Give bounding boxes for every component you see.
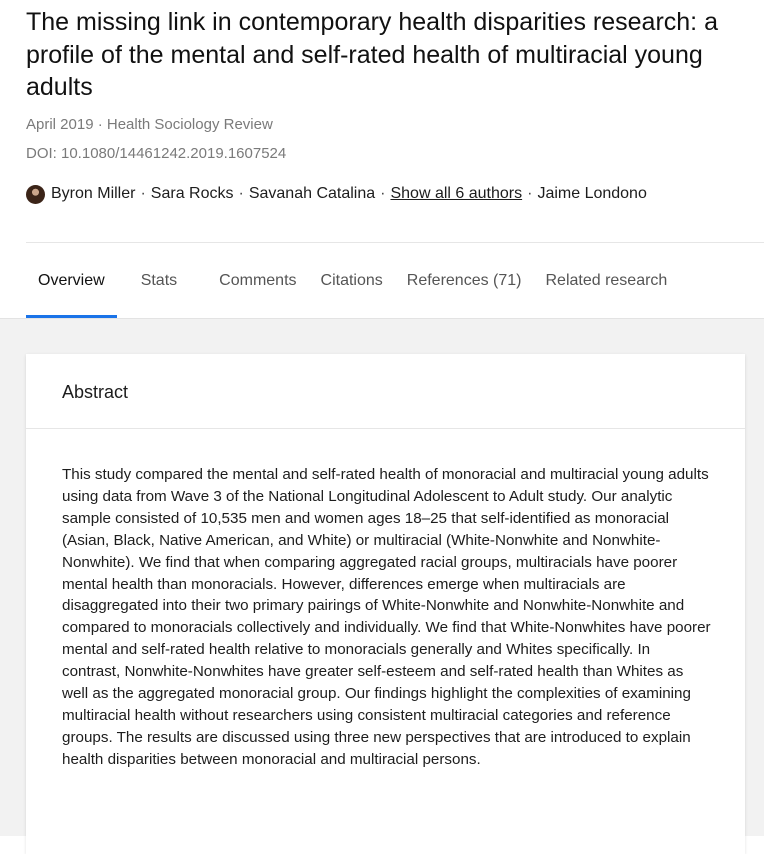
tab-related-research[interactable]: Related research xyxy=(533,243,679,318)
tab-citations[interactable]: Citations xyxy=(309,243,395,318)
tab-references[interactable]: References (71) xyxy=(395,243,534,318)
author-name[interactable]: Byron Miller xyxy=(51,183,135,205)
publication-doi: DOI: 10.1080/14461242.2019.1607524 xyxy=(26,145,287,162)
author-separator: · xyxy=(527,185,533,202)
tab-label: Citations xyxy=(320,271,383,289)
tab-stats[interactable]: Stats xyxy=(129,243,189,318)
author-separator: · xyxy=(238,185,244,202)
tab-label: Comments xyxy=(219,271,297,289)
tab-label: Overview xyxy=(38,271,105,289)
tab-label: References (71) xyxy=(406,271,522,289)
author-separator: · xyxy=(380,185,386,202)
publication-title: The missing link in contemporary health … xyxy=(26,8,718,101)
author-name[interactable]: Jaime Londono xyxy=(537,183,646,205)
show-all-authors-link[interactable]: Show all 6 authors xyxy=(390,183,522,205)
publication-date-source: April 2019 · Health Sociology Review xyxy=(26,116,273,133)
publication-header: The missing link in contemporary health … xyxy=(0,0,764,318)
tab-comments[interactable]: Comments xyxy=(207,243,308,318)
abstract-text: This study compared the mental and self-… xyxy=(62,466,711,768)
tab-label: Stats xyxy=(140,271,178,289)
author-name[interactable]: Savanah Catalina xyxy=(249,183,375,205)
tab-label: Related research xyxy=(545,271,668,289)
abstract-heading: Abstract xyxy=(62,382,129,402)
abstract-card: Abstract This study compared the mental … xyxy=(26,354,745,854)
abstract-divider xyxy=(26,428,745,429)
author-list: Byron Miller · Sara Rocks · Savanah Cata… xyxy=(26,183,647,205)
tab-overview[interactable]: Overview xyxy=(26,243,117,318)
author-name[interactable]: Sara Rocks xyxy=(151,183,234,205)
publication-tabs: Overview Stats Comments Citations Refere… xyxy=(0,243,764,318)
author-avatar[interactable] xyxy=(26,184,45,204)
author-separator: · xyxy=(140,185,146,202)
